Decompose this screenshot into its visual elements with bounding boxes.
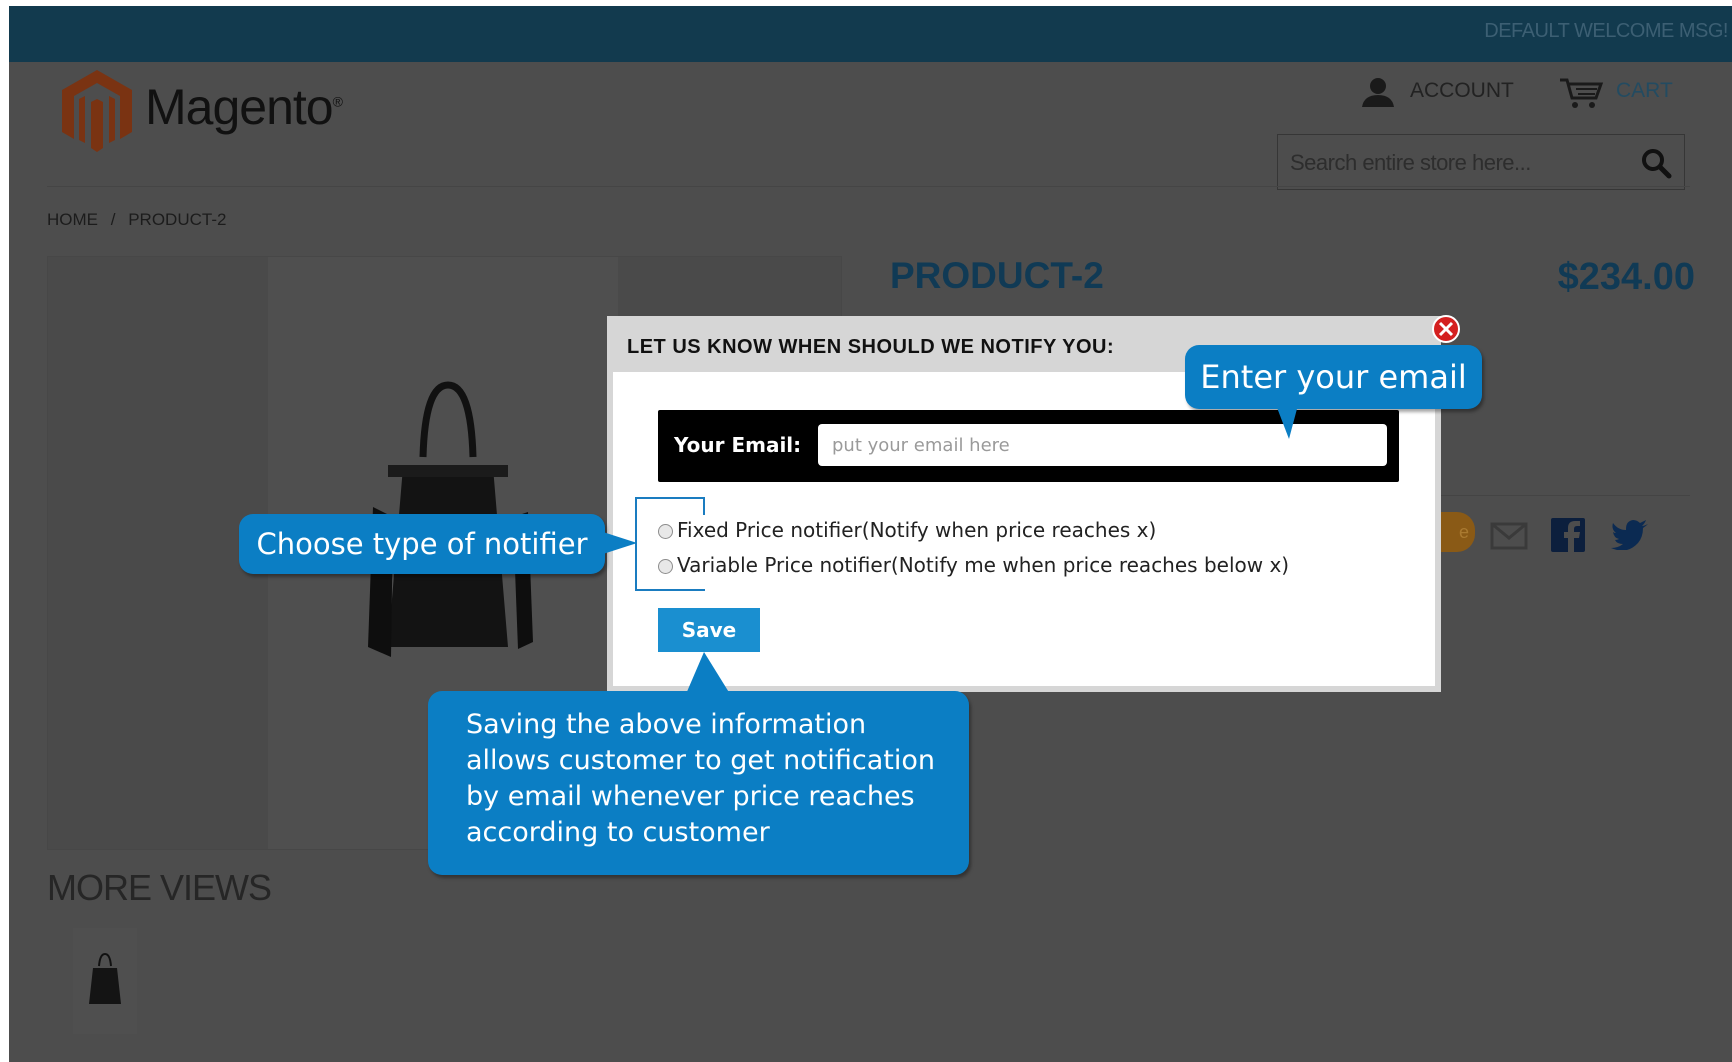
modal-title: LET US KNOW WHEN SHOULD WE NOTIFY YOU:	[627, 336, 1115, 358]
bag-thumbnail-image	[89, 952, 121, 1004]
product-price: $234.00	[1557, 256, 1695, 298]
email-label: Your Email:	[674, 433, 802, 457]
callout-enter-email: Enter your email	[1185, 345, 1482, 409]
header-divider	[47, 186, 1690, 187]
more-views-heading: MORE VIEWS	[47, 867, 272, 908]
radio-fixed-price-label: Fixed Price notifier(Notify when price r…	[677, 518, 1157, 542]
breadcrumb: HOME / PRODUCT-2	[47, 210, 234, 230]
save-button[interactable]: Save	[658, 608, 760, 652]
callout-choose-notifier: Choose type of notifier	[239, 514, 605, 574]
product-info-divider	[1440, 495, 1690, 496]
logo-text: Magento®	[145, 79, 343, 135]
radio-variable-price[interactable]: Variable Price notifier(Notify me when p…	[658, 553, 1289, 579]
search-input[interactable]	[1288, 145, 1622, 181]
cart-label: CART	[1616, 79, 1673, 102]
email-field[interactable]	[818, 424, 1387, 466]
callout-save-pointer	[686, 652, 730, 694]
callout-email-pointer	[1276, 405, 1298, 439]
magento-logo-icon	[62, 70, 132, 152]
callout-notifier-pointer	[603, 532, 637, 554]
facebook-icon[interactable]	[1551, 518, 1585, 552]
account-label: ACCOUNT	[1410, 79, 1514, 102]
cart-icon	[1560, 78, 1604, 108]
breadcrumb-home[interactable]: HOME	[47, 210, 98, 229]
search-box	[1277, 134, 1685, 190]
account-icon	[1362, 78, 1394, 107]
product-name: PRODUCT-2	[890, 255, 1104, 296]
search-icon[interactable]	[1640, 147, 1672, 179]
product-thumbnail[interactable]	[73, 928, 137, 1034]
radio-fixed-price[interactable]: Fixed Price notifier(Notify when price r…	[658, 518, 1156, 544]
callout-save-info: Saving the above information allows cust…	[428, 691, 969, 875]
close-icon[interactable]	[1431, 314, 1461, 344]
radio-highlight-bracket	[635, 497, 705, 591]
twitter-icon[interactable]	[1611, 520, 1649, 550]
radio-variable-price-label: Variable Price notifier(Notify me when p…	[677, 553, 1290, 577]
welcome-message: DEFAULT WELCOME MSG!	[1484, 20, 1728, 42]
breadcrumb-current: PRODUCT-2	[128, 210, 227, 229]
email-share-icon[interactable]	[1490, 522, 1528, 550]
top-bar: DEFAULT WELCOME MSG!	[9, 6, 1732, 62]
breadcrumb-separator: /	[110, 210, 116, 229]
